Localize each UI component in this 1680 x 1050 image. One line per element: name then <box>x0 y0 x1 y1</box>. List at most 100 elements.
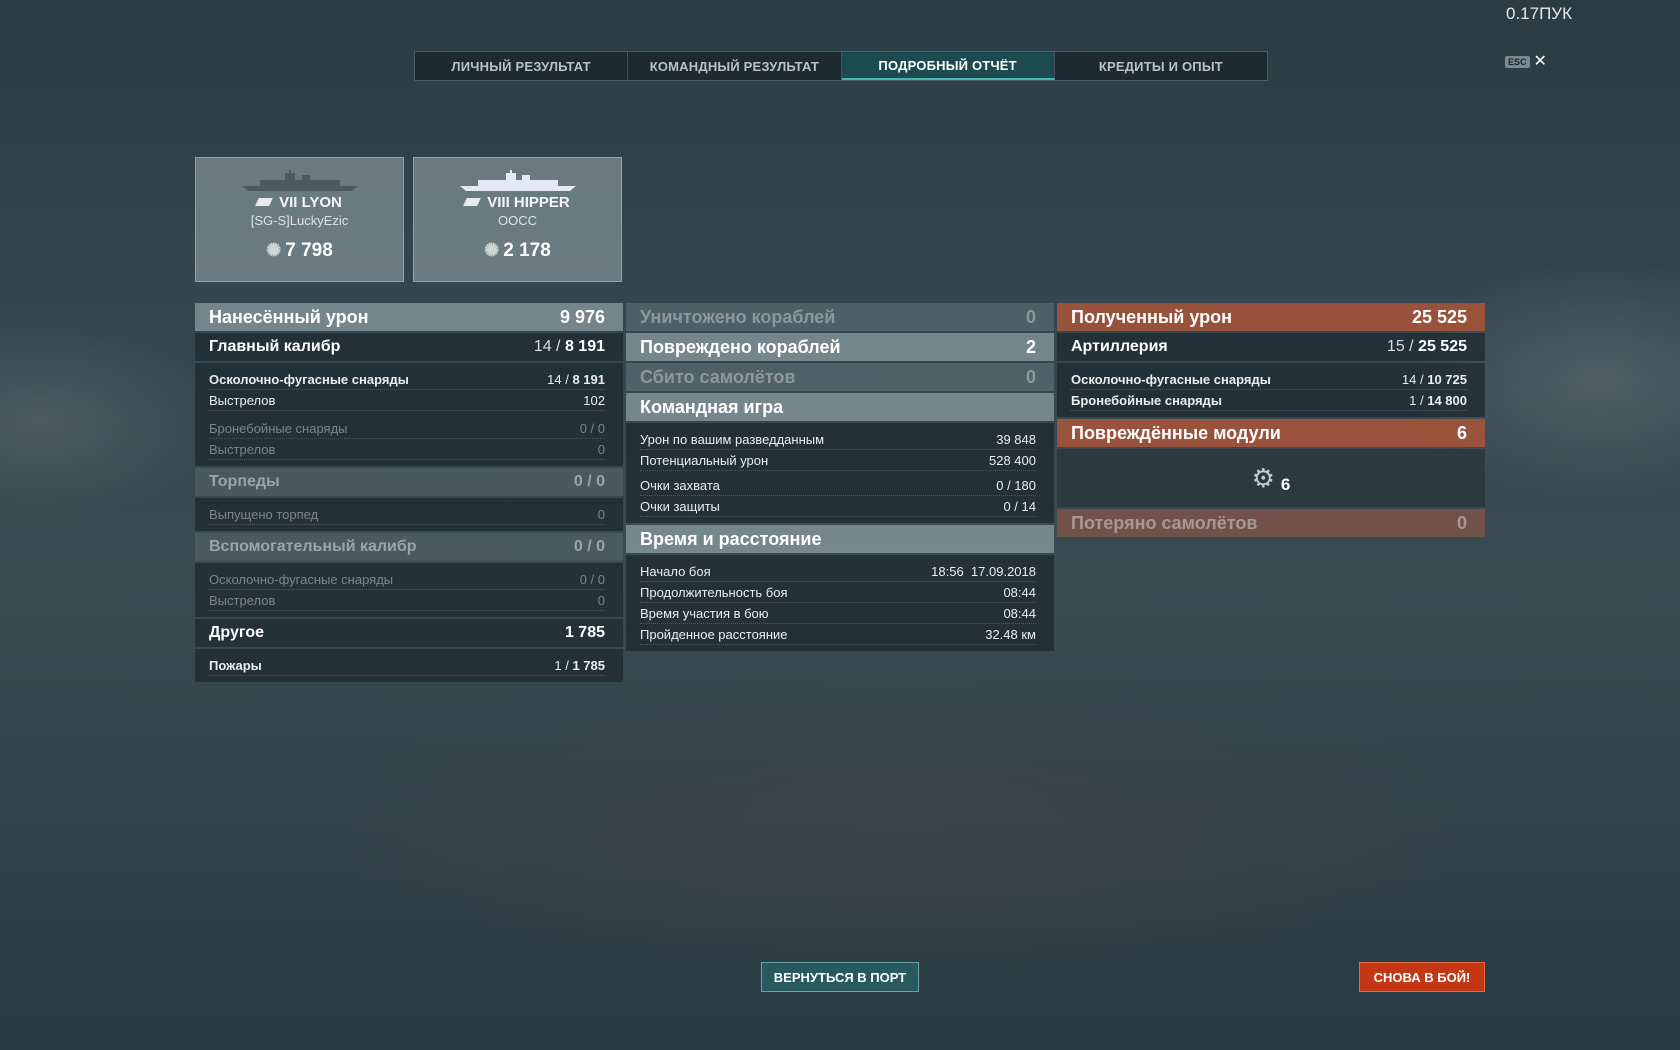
version-label: 0.17ПУК <box>1505 4 1572 23</box>
main-battery-row: Главный калибр 14 / 8 191 <box>195 333 623 361</box>
battle-start-value: 18:56 17.09.2018 <box>931 563 1036 579</box>
enemy-card-damage: ✺ 2 178 <box>414 240 621 262</box>
he-shells-hits: 14 <box>547 371 562 387</box>
ship-silhouette-icon <box>241 170 358 191</box>
steering-gear-icon: ⚙ <box>1251 462 1275 493</box>
fires-damage: 1 785 <box>572 657 605 673</box>
potential-damage-value: 528 400 <box>989 452 1036 468</box>
artillery-damage: 25 525 <box>1418 338 1467 355</box>
received-he-label: Осколочно-фугасные снаряды <box>1071 371 1271 387</box>
damage-received-title: Полученный урон <box>1071 306 1232 327</box>
secondary-shots-row: Выстрелов 0 <box>209 590 605 611</box>
defense-points-value: 0 / 14 <box>1003 498 1036 514</box>
player-card-damage-value: 7 798 <box>285 240 333 261</box>
ship-class-icon <box>255 198 273 206</box>
enemy-ship-name-text: VIII HIPPER <box>487 194 570 211</box>
explosion-icon: ✺ <box>484 240 500 260</box>
distance-label: Пройденное расстояние <box>640 626 788 642</box>
tab-team[interactable]: КОМАНДНЫЙ РЕЗУЛЬТАТ <box>628 52 842 80</box>
damaged-modules-header: Повреждённые модули 6 <box>1057 419 1485 447</box>
team-play-details: Урон по вашим разведданным 39 848 Потенц… <box>626 423 1054 523</box>
ships-destroyed-value: 0 <box>1025 306 1036 327</box>
time-distance-title: Время и расстояние <box>640 528 822 549</box>
ap-shots-label: Выстрелов <box>209 441 276 457</box>
planes-lost-value: 0 <box>1456 512 1467 533</box>
received-ap-damage: 14 800 <box>1427 392 1467 408</box>
defense-points-label: Очки защиты <box>640 498 720 514</box>
main-battery-damage: 8 191 <box>564 338 605 355</box>
ships-damaged-label: Повреждено кораблей <box>640 336 841 357</box>
enemy-ship-card[interactable]: VIII HIPPER OOCC ✺ 2 178 <box>413 157 622 282</box>
received-he-damage: 10 725 <box>1427 371 1467 387</box>
he-shots-value: 102 <box>583 392 605 408</box>
tab-credits-xp[interactable]: КРЕДИТЫ И ОПЫТ <box>1055 52 1267 80</box>
ap-shots-value: 0 <box>597 441 605 457</box>
damage-dealt-header: Нанесённый урон 9 976 <box>195 303 623 331</box>
spotting-damage-value: 39 848 <box>996 431 1036 447</box>
other-damage-value: 1 785 <box>564 624 605 641</box>
damage-received-total: 25 525 <box>1411 306 1467 327</box>
secondary-battery-value: 0 / 0 <box>573 538 605 555</box>
damaged-modules-value: 6 <box>1456 422 1467 443</box>
planes-lost-label: Потеряно самолётов <box>1071 512 1258 533</box>
torpedoes-value: 0 / 0 <box>573 473 605 490</box>
ap-shots-row: Выстрелов 0 <box>209 439 605 460</box>
player-card-damage: ✺ 7 798 <box>196 240 403 262</box>
participation-time-row: Время участия в бою 08:44 <box>640 603 1036 624</box>
he-shots-row: Выстрелов 102 <box>209 390 605 411</box>
secondary-shots-label: Выстрелов <box>209 592 276 608</box>
torpedoes-row: Торпеды 0 / 0 <box>195 468 623 496</box>
capture-points-row: Очки захвата 0 / 180 <box>640 475 1036 496</box>
torpedoes-fired-value: 0 <box>597 506 605 522</box>
secondary-battery-details: Осколочно-фугасные снаряды 0 / 0 Выстрел… <box>195 563 623 617</box>
potential-damage-row: Потенциальный урон 528 400 <box>640 450 1036 471</box>
planes-lost-row: Потеряно самолётов 0 <box>1057 509 1485 537</box>
ships-damaged-row: Повреждено кораблей 2 <box>626 333 1054 361</box>
he-shots-label: Выстрелов <box>209 392 276 408</box>
team-play-header: Командная игра <box>626 393 1054 421</box>
received-he-row: Осколочно-фугасные снаряды 14 / 10 725 <box>1071 369 1467 390</box>
artillery-row: Артиллерия 15 / 25 525 <box>1057 333 1485 361</box>
close-button[interactable]: ESC ✕ <box>1505 53 1547 70</box>
return-to-port-button[interactable]: ВЕРНУТЬСЯ В ПОРТ <box>761 962 919 992</box>
time-distance-header: Время и расстояние <box>626 525 1054 553</box>
main-battery-label: Главный калибр <box>209 338 341 355</box>
ap-shells-value: 0 / 0 <box>579 420 605 436</box>
he-shells-label: Осколочно-фугасные снаряды <box>209 371 409 387</box>
ap-shells-label: Бронебойные снаряды <box>209 420 348 436</box>
secondary-battery-label: Вспомогательный калибр <box>209 538 417 555</box>
other-damage-row: Другое 1 785 <box>195 619 623 647</box>
secondary-shots-value: 0 <box>597 592 605 608</box>
damage-dealt-column: Нанесённый урон 9 976 Главный калибр 14 … <box>195 303 623 684</box>
battle-duration-label: Продолжительность боя <box>640 584 788 600</box>
participation-time-value: 08:44 <box>1003 605 1036 621</box>
torpedoes-details: Выпущено торпед 0 <box>195 498 623 531</box>
capture-points-label: Очки захвата <box>640 477 720 493</box>
player-ship-card[interactable]: VII LYON [SG-S]LuckyEzic ✺ 7 798 <box>195 157 404 282</box>
tab-detailed-report[interactable]: ПОДРОБНЫЙ ОТЧЁТ <box>841 52 1055 80</box>
damage-received-header: Полученный урон 25 525 <box>1057 303 1485 331</box>
tab-personal[interactable]: ЛИЧНЫЙ РЕЗУЛЬТАТ <box>415 52 629 80</box>
damaged-modules-count: 6 <box>1280 475 1291 494</box>
torpedoes-label: Торпеды <box>209 473 280 490</box>
received-ap-label: Бронебойные снаряды <box>1071 392 1222 408</box>
planes-shot-down-row: Сбито самолётов 0 <box>626 363 1054 391</box>
torpedoes-fired-label: Выпущено торпед <box>209 506 319 522</box>
fires-label: Пожары <box>209 657 262 673</box>
damage-dealt-total: 9 976 <box>559 306 605 327</box>
explosion-icon: ✺ <box>266 240 282 260</box>
ships-destroyed-label: Уничтожено кораблей <box>640 306 836 327</box>
battle-again-button[interactable]: СНОВА В БОЙ! <box>1359 962 1485 992</box>
defense-points-row: Очки защиты 0 / 14 <box>640 496 1036 517</box>
he-shells-row: Осколочно-фугасные снаряды 14 / 8 191 <box>209 369 605 390</box>
received-ap-row: Бронебойные снаряды 1 / 14 800 <box>1071 390 1467 411</box>
damage-dealt-title: Нанесённый урон <box>209 306 369 327</box>
esc-key-icon: ESC <box>1505 56 1530 68</box>
main-battery-details: Осколочно-фугасные снаряды 14 / 8 191 Вы… <box>195 363 623 466</box>
time-distance-details: Начало боя 18:56 17.09.2018 Продолжитель… <box>626 555 1054 651</box>
received-he-hits: 14 <box>1401 371 1417 387</box>
other-damage-label: Другое <box>209 624 264 641</box>
player-name: [SG-S]LuckyEzic <box>250 213 349 228</box>
close-icon: ✕ <box>1533 53 1547 70</box>
main-battery-hits: 14 <box>533 338 552 355</box>
